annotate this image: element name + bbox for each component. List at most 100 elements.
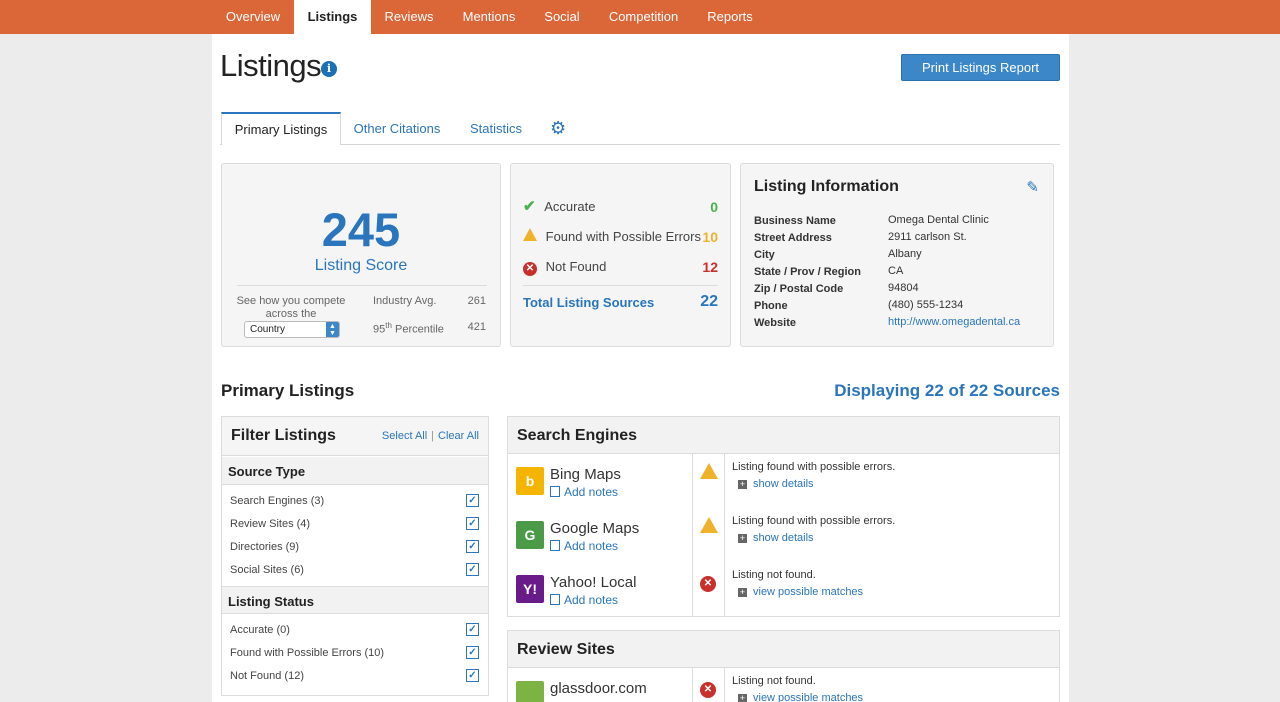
status-accurate-label: Accurate [544, 199, 596, 214]
result-message: Listing found with possible errors. [732, 461, 896, 473]
total-sources-label[interactable]: Total Listing Sources [523, 295, 654, 310]
filter-panel: Filter Listings Select All | Clear All Sou… [221, 416, 489, 696]
percentile-word: Percentile [394, 323, 444, 336]
result-message: Listing not found. [732, 569, 816, 581]
add-notes-label: Add notes [564, 485, 619, 499]
edit-pencil-icon[interactable]: ✎ [1026, 178, 1039, 196]
nav-reviews[interactable]: Reviews [377, 0, 441, 34]
select-all-link[interactable]: Select All [382, 430, 427, 442]
top-nav: Overview Listings Reviews Mentions Socia… [0, 0, 1280, 34]
nav-reports[interactable]: Reports [700, 0, 760, 34]
show-details-link[interactable]: + show details [738, 478, 814, 490]
gear-icon[interactable]: ⚙ [550, 119, 566, 137]
tab-statistics[interactable]: Statistics [462, 112, 530, 145]
checkbox-social-sites[interactable]: ✓ [466, 563, 479, 576]
listing-status-group: Listing Status [222, 586, 488, 614]
industry-avg-label: Industry Avg. [373, 295, 437, 307]
nav-mentions[interactable]: Mentions [455, 0, 523, 34]
search-engines-header: Search Engines [507, 416, 1060, 454]
listing-status-card: ✔ Accurate 0 Found with Possible Errors … [510, 163, 731, 347]
view-possible-matches-link[interactable]: + view possible matches [738, 692, 863, 702]
country-select[interactable]: Country ▲ ▼ [244, 321, 340, 338]
yahoo-logo: Y! [516, 575, 544, 603]
add-notes-link[interactable]: Add notes [550, 593, 618, 607]
source-name[interactable]: Bing Maps [550, 466, 621, 483]
status-accurate: ✔ Accurate [523, 197, 596, 217]
field-phone-label: Phone [754, 300, 788, 312]
score-divider [237, 285, 487, 286]
checkbox-directories[interactable]: ✓ [466, 540, 479, 553]
checkbox-possible-errors[interactable]: ✓ [466, 646, 479, 659]
listing-score-value: 245 [321, 203, 401, 256]
plus-icon: + [738, 693, 747, 702]
google-maps-logo: G [516, 521, 544, 549]
percentile-number: 95 [373, 323, 386, 336]
error-icon: ✕ [700, 679, 716, 698]
primary-listings-heading: Primary Listings [221, 381, 355, 400]
checkbox-not-found[interactable]: ✓ [466, 669, 479, 682]
view-possible-matches-link[interactable]: + view possible matches [738, 586, 863, 598]
check-icon: ✔ [523, 198, 536, 215]
filter-possible-errors: Found with Possible Errors (10) [230, 647, 385, 659]
add-notes-link[interactable]: Add notes [550, 539, 618, 553]
tab-other-citations[interactable]: Other Citations [348, 112, 446, 145]
plus-icon: + [738, 587, 747, 597]
checkbox-accurate[interactable]: ✓ [466, 623, 479, 636]
search-engines-title: Search Engines [517, 427, 638, 444]
country-select-value: Country [250, 324, 286, 335]
show-details-link[interactable]: + show details [738, 532, 814, 544]
filter-search-engines: Search Engines (3) [230, 495, 325, 507]
warning-icon [700, 463, 718, 484]
status-not-found-label: Not Found [545, 259, 607, 274]
tabs-divider [220, 144, 1060, 145]
filter-directories: Directories (9) [230, 541, 300, 553]
chevron-updown-icon: ▲ ▼ [326, 322, 339, 337]
filter-accurate: Accurate (0) [230, 624, 290, 636]
view-possible-matches-label: view possible matches [753, 586, 864, 598]
compete-text: See how you compete across the [236, 295, 346, 320]
source-name[interactable]: Yahoo! Local [550, 574, 636, 591]
bing-logo: b [516, 467, 544, 495]
checkbox-search-engines[interactable]: ✓ [466, 494, 479, 507]
industry-avg-value: 261 [467, 295, 486, 307]
review-sites-title: Review Sites [517, 641, 615, 658]
warning-icon [700, 517, 718, 538]
filter-actions: Select All | Clear All [381, 430, 479, 442]
source-name[interactable]: glassdoor.com [550, 680, 647, 697]
clear-all-link[interactable]: Clear All [438, 430, 479, 442]
source-type-title: Source Type [228, 464, 306, 479]
filter-social-sites: Social Sites (6) [230, 564, 304, 576]
add-notes-link[interactable]: Add notes [550, 485, 618, 499]
filter-header: Filter Listings Select All | Clear All [222, 417, 488, 456]
info-icon[interactable]: i [321, 61, 337, 77]
field-website-link[interactable]: http://www.omegadental.ca [888, 316, 1020, 328]
review-sites-header: Review Sites [507, 630, 1060, 668]
status-not-found: ✕ Not Found [523, 257, 606, 277]
field-street-label: Street Address [754, 232, 832, 244]
result-message: Listing found with possible errors. [732, 515, 896, 527]
nav-competition[interactable]: Competition [601, 0, 686, 34]
percentile-label: 95th Percentile [373, 321, 444, 336]
listing-score-card: 245 Listing Score See how you compete ac… [221, 163, 501, 347]
status-not-found-count: 12 [702, 259, 718, 275]
print-listings-report-button[interactable]: Print Listings Report [901, 54, 1060, 81]
note-icon [550, 540, 560, 551]
percentile-suffix: th [385, 321, 392, 330]
add-notes-label: Add notes [564, 539, 619, 553]
page-content: Listings i Print Listings Report Primary… [212, 34, 1069, 702]
source-name[interactable]: Google Maps [550, 520, 639, 537]
status-accurate-count: 0 [710, 199, 718, 215]
plus-icon: + [738, 533, 747, 543]
nav-social[interactable]: Social [537, 0, 587, 34]
displaying-count: Displaying 22 of 22 Sources [834, 381, 1060, 400]
table-row: b Bing Maps Add notes Listing found with… [507, 454, 1060, 509]
tab-primary-listings[interactable]: Primary Listings [221, 112, 341, 145]
field-city-value: Albany [888, 248, 922, 260]
filter-not-found: Not Found (12) [230, 670, 304, 682]
nav-overview[interactable]: Overview [218, 0, 288, 34]
result-message: Listing not found. [732, 675, 816, 687]
nav-listings[interactable]: Listings [294, 0, 371, 34]
checkbox-review-sites[interactable]: ✓ [466, 517, 479, 530]
field-phone-value: (480) 555-1234 [888, 299, 964, 311]
field-zip-value: 94804 [888, 282, 919, 294]
